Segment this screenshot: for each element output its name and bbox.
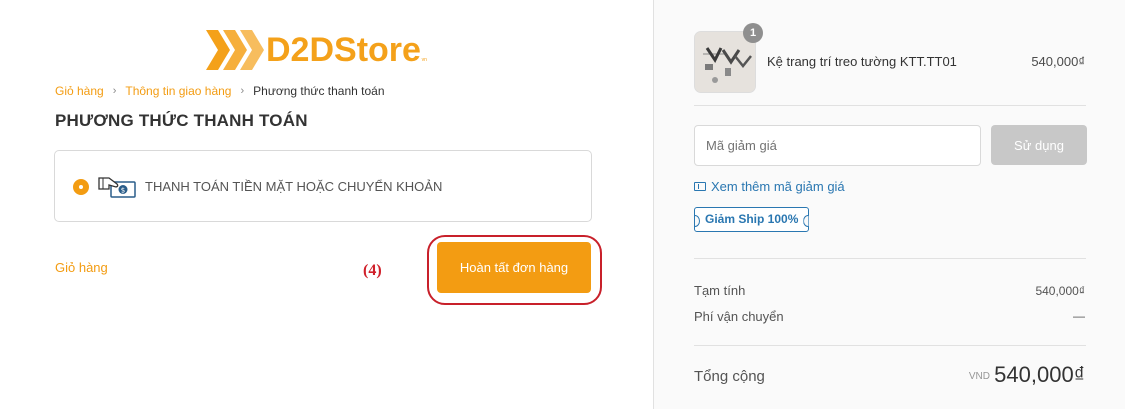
- payment-section-title: PHƯƠNG THỨC THANH TOÁN: [55, 111, 308, 130]
- total-label: Tổng cộng: [694, 368, 765, 385]
- step-annotation: (4): [363, 262, 382, 279]
- breadcrumb-shipping-info[interactable]: Thông tin giao hàng: [125, 84, 231, 98]
- apply-discount-button[interactable]: Sử dụng: [991, 125, 1087, 165]
- store-logo[interactable]: D2DStore vn: [206, 30, 427, 70]
- subtotal-value: 540,000₫: [1035, 284, 1085, 298]
- breadcrumb-cart[interactable]: Giỏ hàng: [55, 84, 104, 98]
- shipping-fee-label: Phí vận chuyển: [694, 309, 784, 324]
- discount-code-input[interactable]: [694, 125, 981, 166]
- payment-method-label: THANH TOÁN TIỀN MẶT HOẶC CHUYỂN KHOẢN: [145, 179, 443, 194]
- logo-domain: vn: [421, 57, 427, 63]
- view-more-coupons-label: Xem thêm mã giảm giá: [711, 179, 845, 194]
- chevron-right-icon: ›: [240, 85, 245, 97]
- cash-hand-icon: $: [97, 174, 139, 200]
- subtotal-label: Tạm tính: [694, 283, 746, 298]
- divider: [694, 258, 1086, 259]
- payment-method-option[interactable]: $ THANH TOÁN TIỀN MẶT HOẶC CHUYỂN KHOẢN: [54, 150, 592, 222]
- breadcrumb-payment-method: Phương thức thanh toán: [253, 84, 385, 98]
- complete-order-button[interactable]: Hoàn tất đơn hàng: [437, 242, 591, 293]
- order-summary-sidebar: 1 Kệ trang trí treo tường KTT.TT01 540,0…: [653, 0, 1125, 409]
- product-price: 540,000₫: [1031, 54, 1085, 69]
- checkout-main-panel: D2DStore vn Giỏ hàng › Thông tin giao hà…: [0, 0, 653, 409]
- logo-chevrons-icon: [206, 30, 264, 70]
- ticket-icon: [694, 182, 706, 191]
- shipping-fee-value: —: [1073, 309, 1085, 323]
- coupon-tag-free-shipping[interactable]: Giảm Ship 100%: [694, 207, 810, 232]
- product-name: Kệ trang trí treo tường KTT.TT01: [767, 54, 957, 69]
- divider: [694, 105, 1086, 106]
- quantity-badge: 1: [743, 23, 763, 43]
- payment-radio-selected[interactable]: [73, 179, 89, 195]
- logo-text: D2DStore: [266, 31, 421, 69]
- total-currency: VND: [968, 371, 990, 382]
- svg-text:$: $: [121, 187, 125, 195]
- view-more-coupons-link[interactable]: Xem thêm mã giảm giá: [694, 179, 845, 194]
- chevron-right-icon: ›: [112, 85, 117, 97]
- return-to-cart-link[interactable]: Giỏ hàng: [55, 260, 108, 275]
- breadcrumb: Giỏ hàng › Thông tin giao hàng › Phương …: [55, 84, 385, 98]
- total-value: 540,000₫: [994, 362, 1085, 387]
- divider: [694, 345, 1086, 346]
